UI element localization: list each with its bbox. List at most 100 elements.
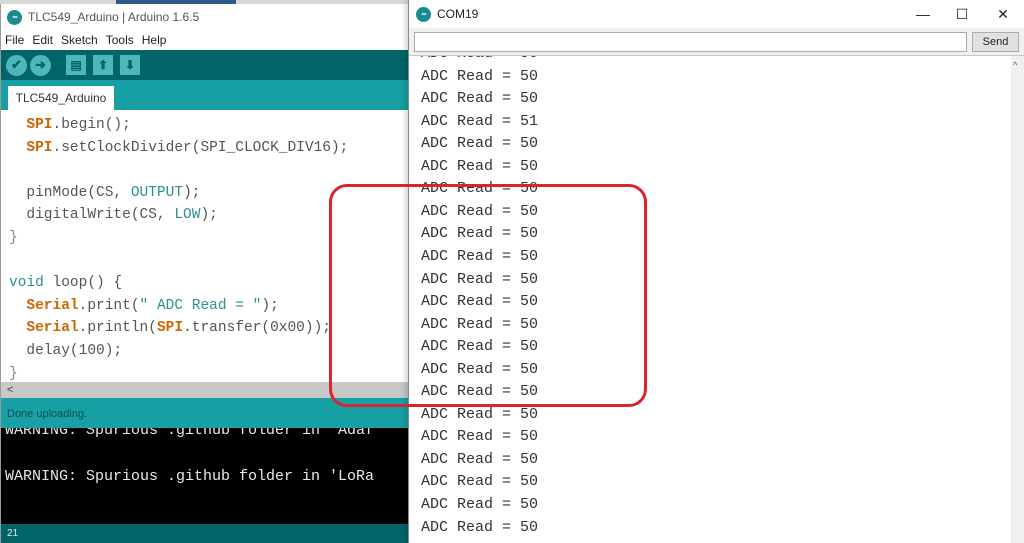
scroll-up-icon[interactable]: ^ (1013, 60, 1017, 70)
document-icon: ▤ (70, 58, 82, 72)
code-line: SPI.begin(); (9, 114, 131, 136)
scroll-left-icon[interactable]: < (7, 382, 13, 398)
code-token: .setClockDivider( (52, 139, 201, 156)
close-icon: ✕ (997, 5, 1009, 22)
code-line: SPI.setClockDivider(SPI_CLOCK_DIV16); (9, 137, 348, 159)
ide-footer: 21 (1, 524, 411, 543)
code-token: ); (330, 139, 349, 156)
code-token: .print( (78, 297, 140, 314)
monitor-input-row: Send (409, 28, 1024, 56)
sketch-tab-bar: TLC549_Arduino (1, 80, 411, 110)
code-token: } (9, 365, 18, 382)
code-token: SPI (156, 320, 184, 337)
code-token: .transfer(0x00)); (183, 320, 331, 337)
minimize-button[interactable]: — (905, 0, 941, 28)
output-line: ADC Read = 50 (421, 157, 539, 175)
output-line: ADC Read = 50 (421, 473, 539, 491)
output-line: ADC Read = 50 (421, 202, 539, 220)
code-token: void (9, 275, 44, 292)
code-token: } (9, 230, 18, 246)
code-token: ); (183, 184, 201, 201)
code-token: loop() { (43, 275, 123, 292)
code-line: void loop() { (9, 272, 122, 294)
output-line: ADC Read = 50 (421, 405, 539, 423)
serial-monitor-window: ∞ COM19 — ☐ ✕ Send ADC Read = 50 ADC Read… (408, 0, 1024, 543)
code-line: pinMode(CS, OUTPUT); (9, 182, 200, 204)
arduino-logo-icon: ∞ (416, 6, 431, 22)
output-line: ADC Read = 50 (421, 90, 539, 108)
verify-button[interactable]: ✔ (6, 54, 27, 76)
code-token: ); (261, 297, 279, 314)
ide-window-title: TLC549_Arduino | Arduino 1.6.5 (28, 10, 200, 24)
code-line: Serial.print(" ADC Read = "); (9, 295, 279, 317)
serial-input[interactable] (414, 32, 967, 52)
tab-tlc549-arduino[interactable]: TLC549_Arduino (8, 86, 114, 110)
menu-help[interactable]: Help (142, 33, 167, 47)
code-token: digitalWrite (26, 207, 131, 224)
output-line: ADC Read = 50 (421, 293, 539, 311)
serial-output: ADC Read = 50 ADC Read = 50 ADC Read = 50 A… (409, 56, 1005, 543)
close-button[interactable]: ✕ (985, 0, 1021, 28)
output-line: ADC Read = 50 (421, 270, 539, 288)
arrow-up-icon: ⬆ (97, 58, 109, 72)
output-line: ADC Read = 50 (421, 428, 539, 446)
code-token: pinMode (26, 184, 88, 201)
code-token: ); (200, 207, 218, 224)
upload-button[interactable]: ➜ (30, 54, 51, 76)
code-editor[interactable]: SPI.begin(); SPI.setClockDivider(SPI_CLO… (1, 110, 411, 382)
output-line: ADC Read = 50 (421, 56, 538, 65)
code-token: " ADC Read = " (139, 297, 262, 314)
output-line: ADC Read = 50 (421, 225, 539, 243)
menu-file[interactable]: File (5, 33, 24, 47)
output-line: ADC Read = 50 (421, 360, 539, 378)
screenshot-root: ∞ TLC549_Arduino | Arduino 1.6.5 File Ed… (0, 0, 1024, 543)
menu-sketch[interactable]: Sketch (61, 33, 98, 47)
output-line: ADC Read = 50 (421, 247, 539, 265)
code-token: (100); (69, 343, 123, 359)
console-line: WARNING: Spurious .github folder in 'Ada… (5, 428, 375, 439)
output-line: ADC Read = 50 (421, 450, 539, 468)
code-token: .begin(); (52, 117, 131, 133)
horizontal-scrollbar[interactable]: < (1, 382, 411, 398)
output-line: ADC Read = 50 (421, 518, 539, 536)
save-button[interactable]: ⬇ (120, 55, 140, 75)
arrow-right-icon: ➜ (35, 57, 46, 72)
code-token: Serial (26, 297, 79, 314)
code-token: .println( (78, 320, 157, 337)
ide-toolbar: ✔ ➜ ▤ ⬆ ⬇ (1, 50, 411, 80)
output-line: ADC Read = 50 (421, 180, 539, 198)
new-sketch-button[interactable]: ▤ (66, 55, 86, 75)
arduino-ide-window: ∞ TLC549_Arduino | Arduino 1.6.5 File Ed… (0, 4, 411, 543)
code-token: (CS, (130, 207, 175, 224)
code-token: SPI (26, 117, 53, 133)
send-button[interactable]: Send (972, 32, 1019, 52)
arrow-down-icon: ⬇ (124, 58, 136, 72)
monitor-window-title: COM19 (437, 7, 479, 21)
code-token: (CS, (87, 184, 131, 201)
output-line: ADC Read = 50 (421, 383, 539, 401)
checkmark-icon: ✔ (11, 57, 22, 72)
output-line: ADC Read = 50 (421, 315, 539, 333)
code-line: Serial.println(SPI.transfer(0x00)); (9, 317, 331, 339)
ide-title-bar: ∞ TLC549_Arduino | Arduino 1.6.5 (1, 4, 411, 30)
code-line: digitalWrite(CS, LOW); (9, 204, 218, 226)
code-line: delay(100); (9, 340, 122, 362)
line-number: 21 (7, 528, 19, 539)
code-token: SPI_CLOCK_DIV16 (200, 139, 331, 156)
code-token: OUTPUT (130, 184, 184, 201)
menu-tools[interactable]: Tools (106, 33, 134, 47)
code-token: LOW (174, 207, 201, 224)
vertical-scrollbar[interactable]: ^ (1011, 56, 1024, 543)
maximize-button[interactable]: ☐ (944, 0, 980, 28)
output-line: ADC Read = 50 (421, 135, 539, 153)
ide-menubar: File Edit Sketch Tools Help (1, 30, 411, 50)
menu-edit[interactable]: Edit (32, 33, 53, 47)
open-button[interactable]: ⬆ (93, 55, 113, 75)
output-line: ADC Read = 50 (421, 338, 539, 356)
